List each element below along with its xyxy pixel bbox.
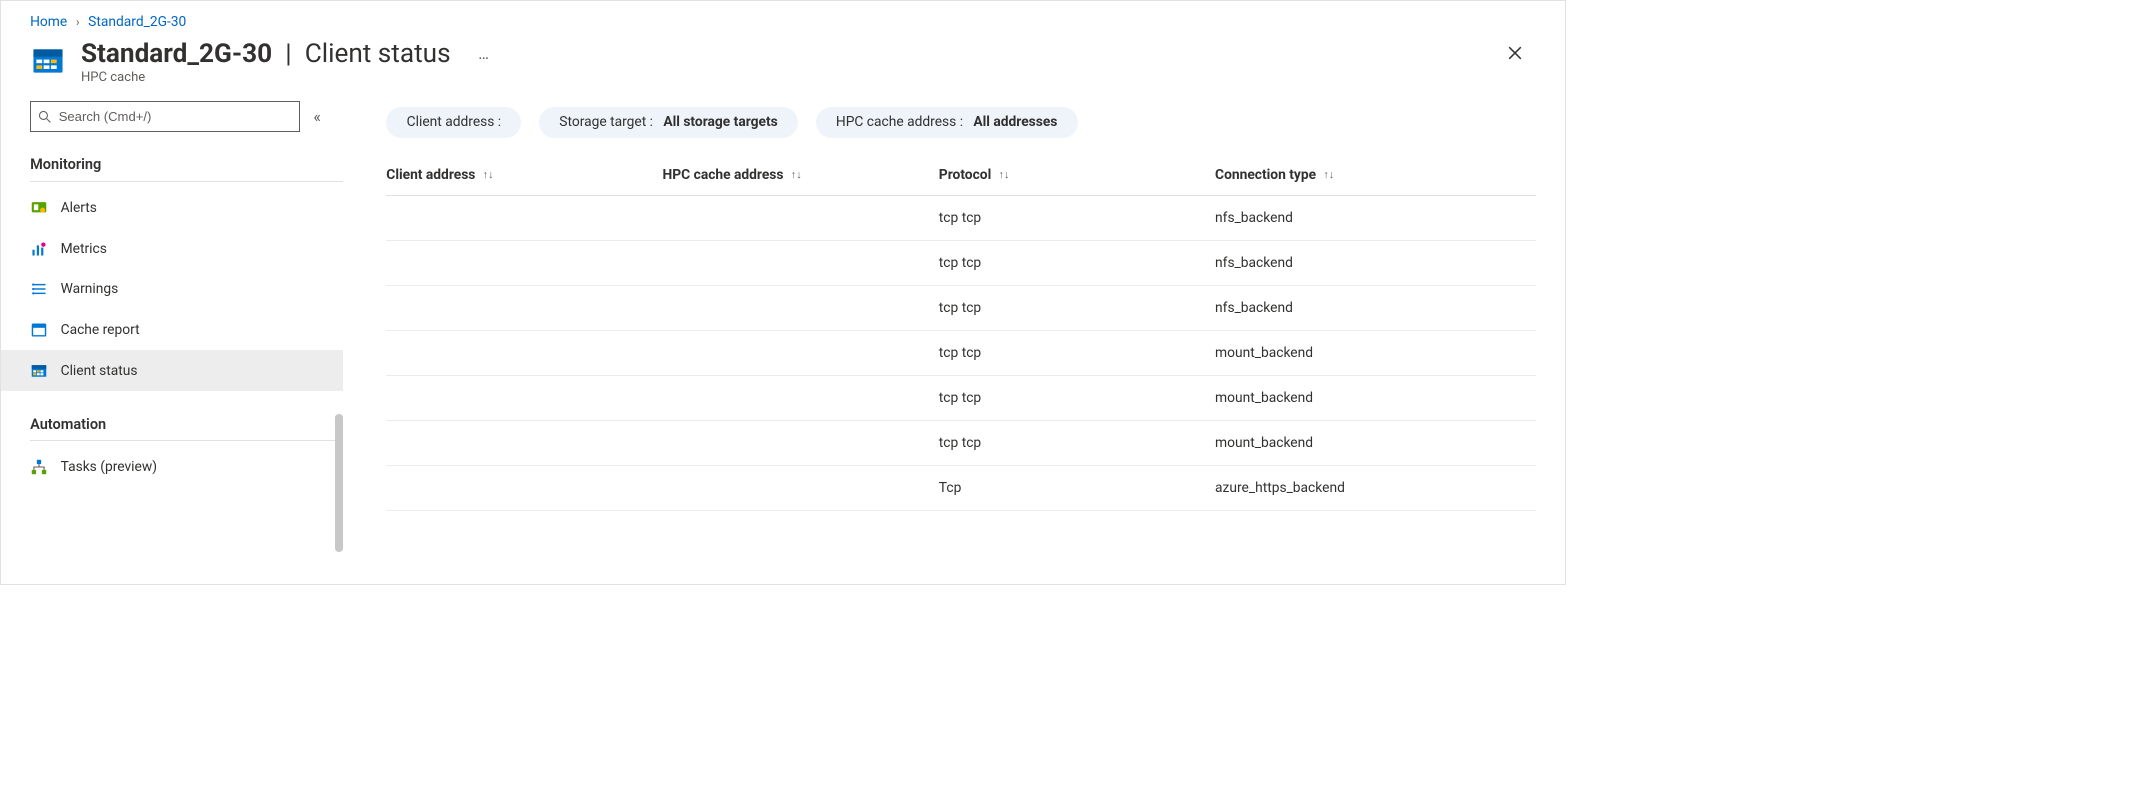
- sidebar-item-client-status[interactable]: Client status: [1, 350, 343, 391]
- search-icon: [38, 110, 51, 123]
- cell-connection_type: mount_backend: [1215, 390, 1536, 406]
- sidebar-item-tasks-preview[interactable]: Tasks (preview): [1, 447, 343, 488]
- metrics-icon: [30, 240, 47, 257]
- client-status-icon: [30, 362, 47, 379]
- sidebar-item-label: Alerts: [61, 200, 97, 216]
- sidebar-item-label: Cache report: [61, 322, 140, 338]
- table-row[interactable]: tcp tcpmount_backend: [386, 331, 1536, 376]
- cell-protocol: tcp tcp: [939, 435, 1215, 451]
- sidebar-scrollbar[interactable]: [335, 414, 342, 552]
- sort-icon: ↑↓: [483, 168, 494, 181]
- filter-client-address[interactable]: Client address :: [386, 107, 521, 138]
- filter-label: Storage target :: [559, 114, 653, 130]
- warnings-icon: [30, 281, 47, 298]
- page-title: Standard_2G-30 | Client status …: [81, 39, 1501, 69]
- column-header-protocol[interactable]: Protocol ↑↓: [939, 167, 1215, 183]
- cell-connection_type: nfs_backend: [1215, 300, 1536, 316]
- client-status-table: Client address ↑↓ HPC cache address ↑↓ P…: [386, 155, 1536, 511]
- sidebar: « Monitoring Alerts Metric: [1, 101, 343, 567]
- page-header: Standard_2G-30 | Client status … HPC cac…: [1, 30, 1565, 101]
- column-label: Protocol: [939, 167, 991, 183]
- cache-report-icon: [30, 321, 47, 338]
- table-row[interactable]: tcp tcpnfs_backend: [386, 286, 1536, 331]
- sidebar-item-metrics[interactable]: Metrics: [1, 228, 343, 269]
- filter-value: All addresses: [973, 114, 1057, 130]
- resource-name: Standard_2G-30: [81, 39, 272, 69]
- filter-pills: Client address : Storage target : All st…: [386, 107, 1536, 138]
- resource-type-icon: [30, 43, 65, 78]
- collapse-sidebar-button[interactable]: «: [313, 107, 321, 126]
- filter-storage-target[interactable]: Storage target : All storage targets: [539, 107, 798, 138]
- cell-protocol: tcp tcp: [939, 210, 1215, 226]
- breadcrumb-resource[interactable]: Standard_2G-30: [88, 14, 186, 30]
- sort-icon: ↑↓: [999, 168, 1010, 181]
- sidebar-search[interactable]: [30, 101, 300, 132]
- sidebar-section-monitoring: Monitoring: [30, 156, 343, 181]
- table-row[interactable]: tcp tcpnfs_backend: [386, 196, 1536, 241]
- close-button[interactable]: [1501, 39, 1529, 69]
- table-row[interactable]: Tcpazure_https_backend: [386, 466, 1536, 511]
- breadcrumb-home[interactable]: Home: [30, 14, 67, 30]
- tasks-icon: [30, 458, 47, 475]
- cell-protocol: tcp tcp: [939, 255, 1215, 271]
- column-header-client-address[interactable]: Client address ↑↓: [386, 167, 662, 183]
- sidebar-section-automation: Automation: [30, 416, 343, 441]
- sidebar-search-input[interactable]: [57, 108, 292, 124]
- resource-type-label: HPC cache: [81, 70, 1501, 85]
- cell-connection_type: nfs_backend: [1215, 210, 1536, 226]
- sidebar-item-label: Tasks (preview): [61, 459, 157, 475]
- cell-connection_type: mount_backend: [1215, 435, 1536, 451]
- cell-connection_type: azure_https_backend: [1215, 480, 1536, 496]
- cell-protocol: tcp tcp: [939, 300, 1215, 316]
- sidebar-item-label: Metrics: [61, 241, 107, 257]
- sidebar-item-cache-report[interactable]: Cache report: [1, 310, 343, 351]
- column-header-connection-type[interactable]: Connection type ↑↓: [1215, 167, 1536, 183]
- table-row[interactable]: tcp tcpmount_backend: [386, 376, 1536, 421]
- sidebar-item-warnings[interactable]: Warnings: [1, 269, 343, 310]
- filter-label: Client address :: [407, 114, 502, 130]
- page-name: Client status: [305, 39, 451, 69]
- main-content: Client address : Storage target : All st…: [343, 101, 1565, 567]
- breadcrumb: Home › Standard_2G-30: [1, 1, 1565, 30]
- cell-protocol: tcp tcp: [939, 345, 1215, 361]
- cell-protocol: tcp tcp: [939, 390, 1215, 406]
- table-row[interactable]: tcp tcpnfs_backend: [386, 241, 1536, 286]
- sort-icon: ↑↓: [1323, 168, 1334, 181]
- sidebar-item-label: Client status: [61, 363, 138, 379]
- chevron-right-icon: ›: [76, 15, 80, 29]
- alerts-icon: [30, 199, 47, 216]
- sort-icon: ↑↓: [791, 168, 802, 181]
- filter-hpc-cache-address[interactable]: HPC cache address : All addresses: [816, 107, 1078, 138]
- table-row[interactable]: tcp tcpmount_backend: [386, 421, 1536, 466]
- filter-label: HPC cache address :: [836, 114, 963, 130]
- sidebar-item-label: Warnings: [61, 281, 119, 297]
- more-actions-button[interactable]: …: [478, 44, 490, 63]
- cell-connection_type: mount_backend: [1215, 345, 1536, 361]
- filter-value: All storage targets: [663, 114, 777, 130]
- cell-connection_type: nfs_backend: [1215, 255, 1536, 271]
- table-header-row: Client address ↑↓ HPC cache address ↑↓ P…: [386, 155, 1536, 196]
- column-label: HPC cache address: [663, 167, 784, 183]
- sidebar-item-alerts[interactable]: Alerts: [1, 188, 343, 229]
- column-label: Connection type: [1215, 167, 1316, 183]
- cell-protocol: Tcp: [939, 480, 1215, 496]
- column-label: Client address: [386, 167, 475, 183]
- column-header-hpc-cache-address[interactable]: HPC cache address ↑↓: [663, 167, 939, 183]
- title-divider: |: [285, 39, 291, 69]
